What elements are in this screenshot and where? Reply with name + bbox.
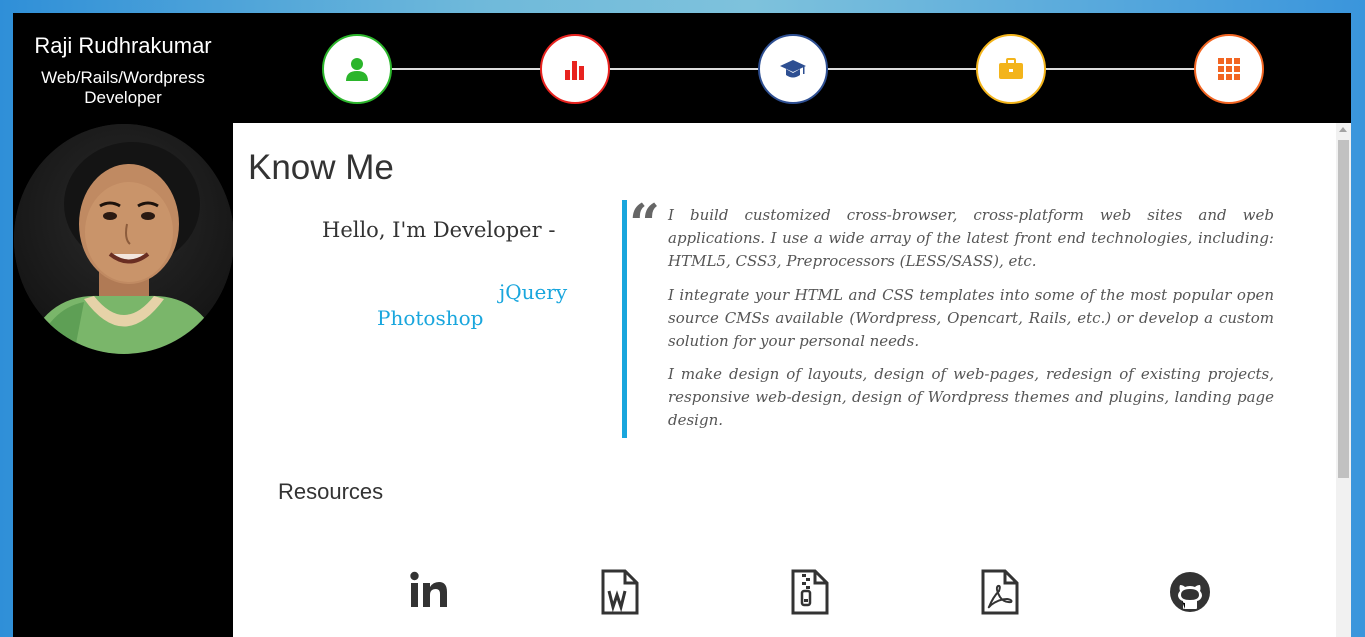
- profile-name: Raji Rudhrakumar: [34, 33, 212, 58]
- nav-experience-button[interactable]: [976, 34, 1046, 104]
- resources-title: Resources: [278, 479, 384, 504]
- skill-word-photoshop: Photoshop: [377, 306, 484, 330]
- about-paragraph-2: I integrate your HTML and CSS templates …: [668, 286, 1274, 350]
- github-icon: [1170, 572, 1210, 612]
- skill-word-jquery: jQuery: [499, 280, 568, 304]
- sidebar: Raji Rudhrakumar Web/Rails/Wordpress Dev…: [13, 13, 234, 637]
- avatar: [14, 124, 234, 354]
- about-quote: “ I build customized cross-browser, cros…: [622, 192, 1287, 438]
- linkedin-icon: [410, 571, 447, 607]
- scrollbar-thumb[interactable]: [1338, 140, 1349, 478]
- word-document-icon: [601, 569, 639, 615]
- nav-about-button[interactable]: [322, 34, 392, 104]
- nav-portfolio-button[interactable]: [1194, 34, 1264, 104]
- hello-text: Hello, I'm Developer -: [322, 218, 556, 242]
- about-paragraph-1: I build customized cross-browser, cross-…: [668, 206, 1274, 270]
- user-icon: [346, 58, 368, 81]
- content-panel: Know Me Hello, I'm Developer - jQuery Ph…: [233, 123, 1351, 637]
- nav-skills-button[interactable]: [540, 34, 610, 104]
- github-link[interactable]: [1167, 569, 1213, 615]
- scrollbar[interactable]: [1336, 123, 1351, 637]
- profile-role: Web/Rails/Wordpress Developer: [41, 68, 205, 107]
- pdf-file-link[interactable]: [977, 569, 1023, 615]
- pdf-file-icon: [981, 569, 1019, 615]
- grid-icon: [1218, 58, 1240, 80]
- about-paragraph-3: I make design of layouts, design of web-…: [668, 365, 1274, 429]
- page-title: Know Me: [248, 148, 394, 187]
- quote-mark-icon: “: [629, 192, 661, 256]
- word-document-link[interactable]: [597, 569, 643, 615]
- graduation-cap-icon: [780, 60, 806, 78]
- zip-file-link[interactable]: [787, 569, 833, 615]
- top-navigation: [233, 13, 1351, 123]
- zip-file-icon: [791, 569, 829, 615]
- briefcase-icon: [999, 58, 1023, 79]
- nav-education-button[interactable]: [758, 34, 828, 104]
- scroll-up-arrow-icon[interactable]: [1339, 127, 1347, 132]
- linkedin-link[interactable]: [407, 569, 453, 615]
- bar-chart-icon: [565, 61, 584, 80]
- page-frame: Raji Rudhrakumar Web/Rails/Wordpress Dev…: [13, 13, 1351, 637]
